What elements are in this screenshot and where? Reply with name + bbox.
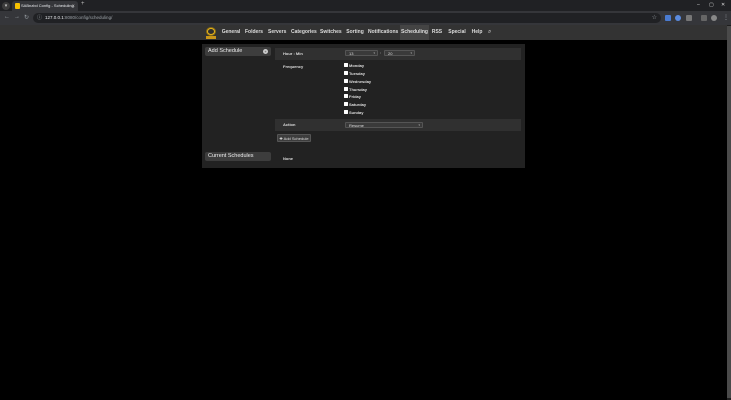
tab-favicon-icon [15, 3, 20, 9]
maximize-icon[interactable]: ▢ [709, 2, 714, 8]
add-schedule-button-label: Add Schedule [283, 136, 309, 141]
minute-value: 20 [388, 51, 393, 56]
add-schedule-header: Add Schedule + [205, 47, 271, 56]
new-tab-icon[interactable]: + [81, 1, 85, 7]
current-schedules-header: Current Schedules [205, 152, 271, 161]
checkbox[interactable] [344, 110, 348, 114]
checkbox[interactable] [344, 102, 348, 106]
hour-value: 13 [349, 51, 354, 56]
hour-select[interactable]: 13 ▾ [345, 50, 378, 56]
back-icon[interactable]: ← [4, 14, 10, 20]
url-text: 127.0.0.1:8080/config/scheduling/ [45, 15, 112, 20]
add-schedule-title: Add Schedule [208, 48, 243, 54]
address-bar[interactable]: ⓘ 127.0.0.1:8080/config/scheduling/ ☆ [33, 13, 661, 23]
nav-folders[interactable]: Folders [245, 25, 263, 40]
nav-sorting[interactable]: Sorting [346, 25, 364, 40]
current-schedules-title: Current Schedules [208, 153, 254, 159]
minimize-icon[interactable]: – [697, 2, 700, 8]
chevron-down-icon: ▾ [373, 51, 375, 55]
scrollbar-thumb[interactable] [727, 26, 731, 398]
day-label: Wednesday [349, 79, 372, 84]
nav-switches[interactable]: Switches [320, 25, 342, 40]
url-host: 127.0.0.1 [45, 15, 64, 20]
extension-icon[interactable] [665, 15, 671, 21]
checkbox[interactable] [344, 63, 348, 67]
browser-menu-icon[interactable]: ⋮ [723, 14, 729, 21]
search-icon[interactable]: ⌕ [488, 25, 496, 40]
day-label: Tuesday [349, 71, 365, 76]
day-label: Sunday [349, 110, 364, 115]
time-separator: : [380, 50, 382, 55]
avatar[interactable] [711, 15, 717, 21]
nav-rss[interactable]: RSS [431, 25, 443, 40]
checkbox[interactable] [344, 71, 348, 75]
reload-icon[interactable]: ↻ [24, 14, 29, 21]
forward-icon[interactable]: → [14, 14, 20, 20]
browser-toolbar: ← → ↻ ⓘ 127.0.0.1:8080/config/scheduling… [0, 11, 731, 25]
day-label: Saturday [349, 102, 367, 107]
extension-icon[interactable] [675, 15, 681, 21]
hour-min-label: Hour : Min [283, 51, 303, 56]
checkbox[interactable] [344, 79, 348, 83]
checkbox[interactable] [344, 94, 348, 98]
frequency-label: Frequency [283, 64, 304, 69]
day-label: Thursday [349, 87, 368, 92]
puzzle-icon[interactable] [686, 15, 692, 21]
browser-tab[interactable]: SABnzbd Config - Scheduling ✕ [12, 1, 78, 11]
add-schedule-button[interactable]: ✚ Add Schedule [277, 134, 311, 142]
action-value: Resume [349, 123, 364, 128]
no-schedules-text: None [283, 156, 293, 161]
star-icon[interactable]: ☆ [652, 14, 657, 21]
nav-categories[interactable]: Categories [291, 25, 317, 40]
nav-scheduling[interactable]: Scheduling [400, 25, 429, 40]
tab-close-icon[interactable]: ✕ [72, 3, 75, 8]
logo-icon[interactable] [205, 26, 217, 39]
checkbox[interactable] [344, 87, 348, 91]
tab-search-icon[interactable]: ▾ [2, 2, 10, 10]
nav-notifications[interactable]: Notifications [368, 25, 398, 40]
plus-icon: ✚ [279, 136, 283, 141]
minute-select[interactable]: 20 ▾ [384, 50, 415, 56]
nav-servers[interactable]: Servers [268, 25, 286, 40]
nav-special[interactable]: Special [448, 25, 466, 40]
action-label: Action [283, 122, 296, 127]
nav-general[interactable]: General [220, 25, 242, 40]
window-close-icon[interactable]: ✕ [721, 2, 725, 8]
chevron-down-icon: ▾ [418, 123, 420, 127]
day-label: Friday [349, 94, 362, 99]
scrollbar[interactable] [727, 25, 731, 400]
action-select[interactable]: Resume ▾ [345, 122, 423, 128]
url-path: :8080/config/scheduling/ [63, 15, 113, 20]
tab-title: SABnzbd Config - Scheduling [21, 3, 74, 8]
plus-icon[interactable]: + [263, 49, 268, 54]
media-icon[interactable] [701, 15, 707, 21]
day-label: Monday [349, 63, 365, 68]
chevron-down-icon: ▾ [410, 51, 412, 55]
info-icon[interactable]: ⓘ [37, 14, 42, 21]
browser-tab-bar: ▾ SABnzbd Config - Scheduling ✕ + – ▢ ✕ [0, 0, 731, 11]
nav-help[interactable]: Help [471, 25, 483, 40]
